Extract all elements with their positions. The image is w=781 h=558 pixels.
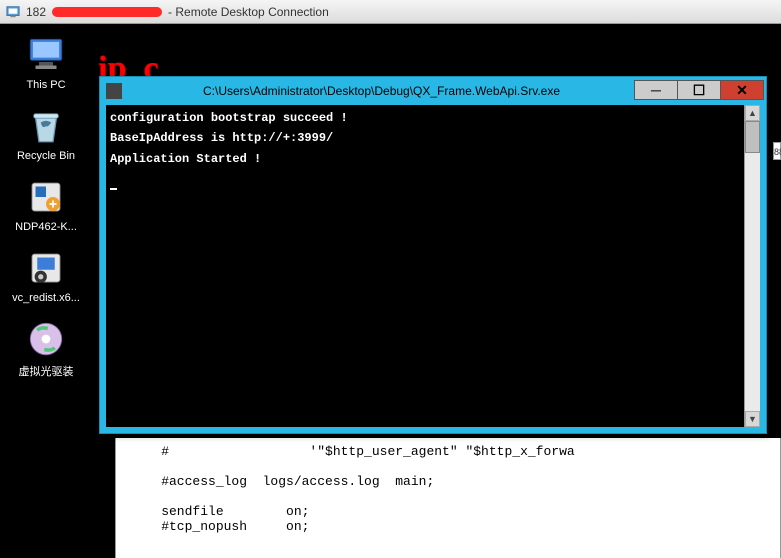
close-button[interactable]: ✕ [720,80,764,100]
text-cursor [110,188,117,190]
minimize-button[interactable]: ─ [634,80,678,100]
icon-label: vc_redist.x6... [12,292,80,304]
rdp-ip: 182 [26,5,46,19]
remote-desktop: ip_c This PC Recycle Bin [0,24,781,516]
scroll-thumb[interactable] [745,121,760,153]
redacted-ip [52,7,162,17]
window-controls: ─ ☐ ✕ [635,80,764,102]
icon-label: This PC [26,79,65,91]
installer-icon [25,176,67,218]
disc-icon [25,318,67,360]
scroll-track[interactable] [745,153,760,411]
icon-label: Recycle Bin [17,150,75,162]
recycle-bin-icon [25,105,67,147]
side-badge: 88 [773,142,781,160]
maximize-button[interactable]: ☐ [677,80,721,100]
scroll-up-arrow[interactable]: ▲ [745,105,760,121]
desktop-icon-recycle-bin[interactable]: Recycle Bin [9,105,83,162]
installer-icon [25,247,67,289]
console-window[interactable]: C:\Users\Administrator\Desktop\Debug\QX_… [99,76,767,434]
icon-label: NDP462-K... [15,221,77,233]
console-output[interactable]: configuration bootstrap succeed ! BaseIp… [106,105,744,427]
console-titlebar[interactable]: C:\Users\Administrator\Desktop\Debug\QX_… [100,77,766,105]
desktop-icon-this-pc[interactable]: This PC [9,34,83,91]
rdp-icon [6,5,20,19]
console-body: configuration bootstrap succeed ! BaseIp… [106,105,760,427]
scrollbar[interactable]: ▲ ▼ [744,105,760,427]
desktop-icon-virtual-drive[interactable]: 虚拟光驱装 [9,318,83,379]
computer-icon [25,34,67,76]
scroll-down-arrow[interactable]: ▼ [745,411,760,427]
console-title: C:\Users\Administrator\Desktop\Debug\QX_… [128,84,635,98]
console-app-icon [106,83,122,99]
desktop-icon-vc-redist[interactable]: vc_redist.x6... [9,247,83,304]
rdp-title-suffix: - Remote Desktop Connection [168,5,329,19]
desktop-icon-ndp462[interactable]: NDP462-K... [9,176,83,233]
icon-label: 虚拟光驱装 [19,363,74,379]
desktop-icon-column: This PC Recycle Bin NDP462-K... [6,34,86,379]
background-text-editor: # '"$http_user_agent" "$http_x_forwa #ac… [115,438,781,558]
rdp-titlebar: 182 - Remote Desktop Connection [0,0,781,24]
